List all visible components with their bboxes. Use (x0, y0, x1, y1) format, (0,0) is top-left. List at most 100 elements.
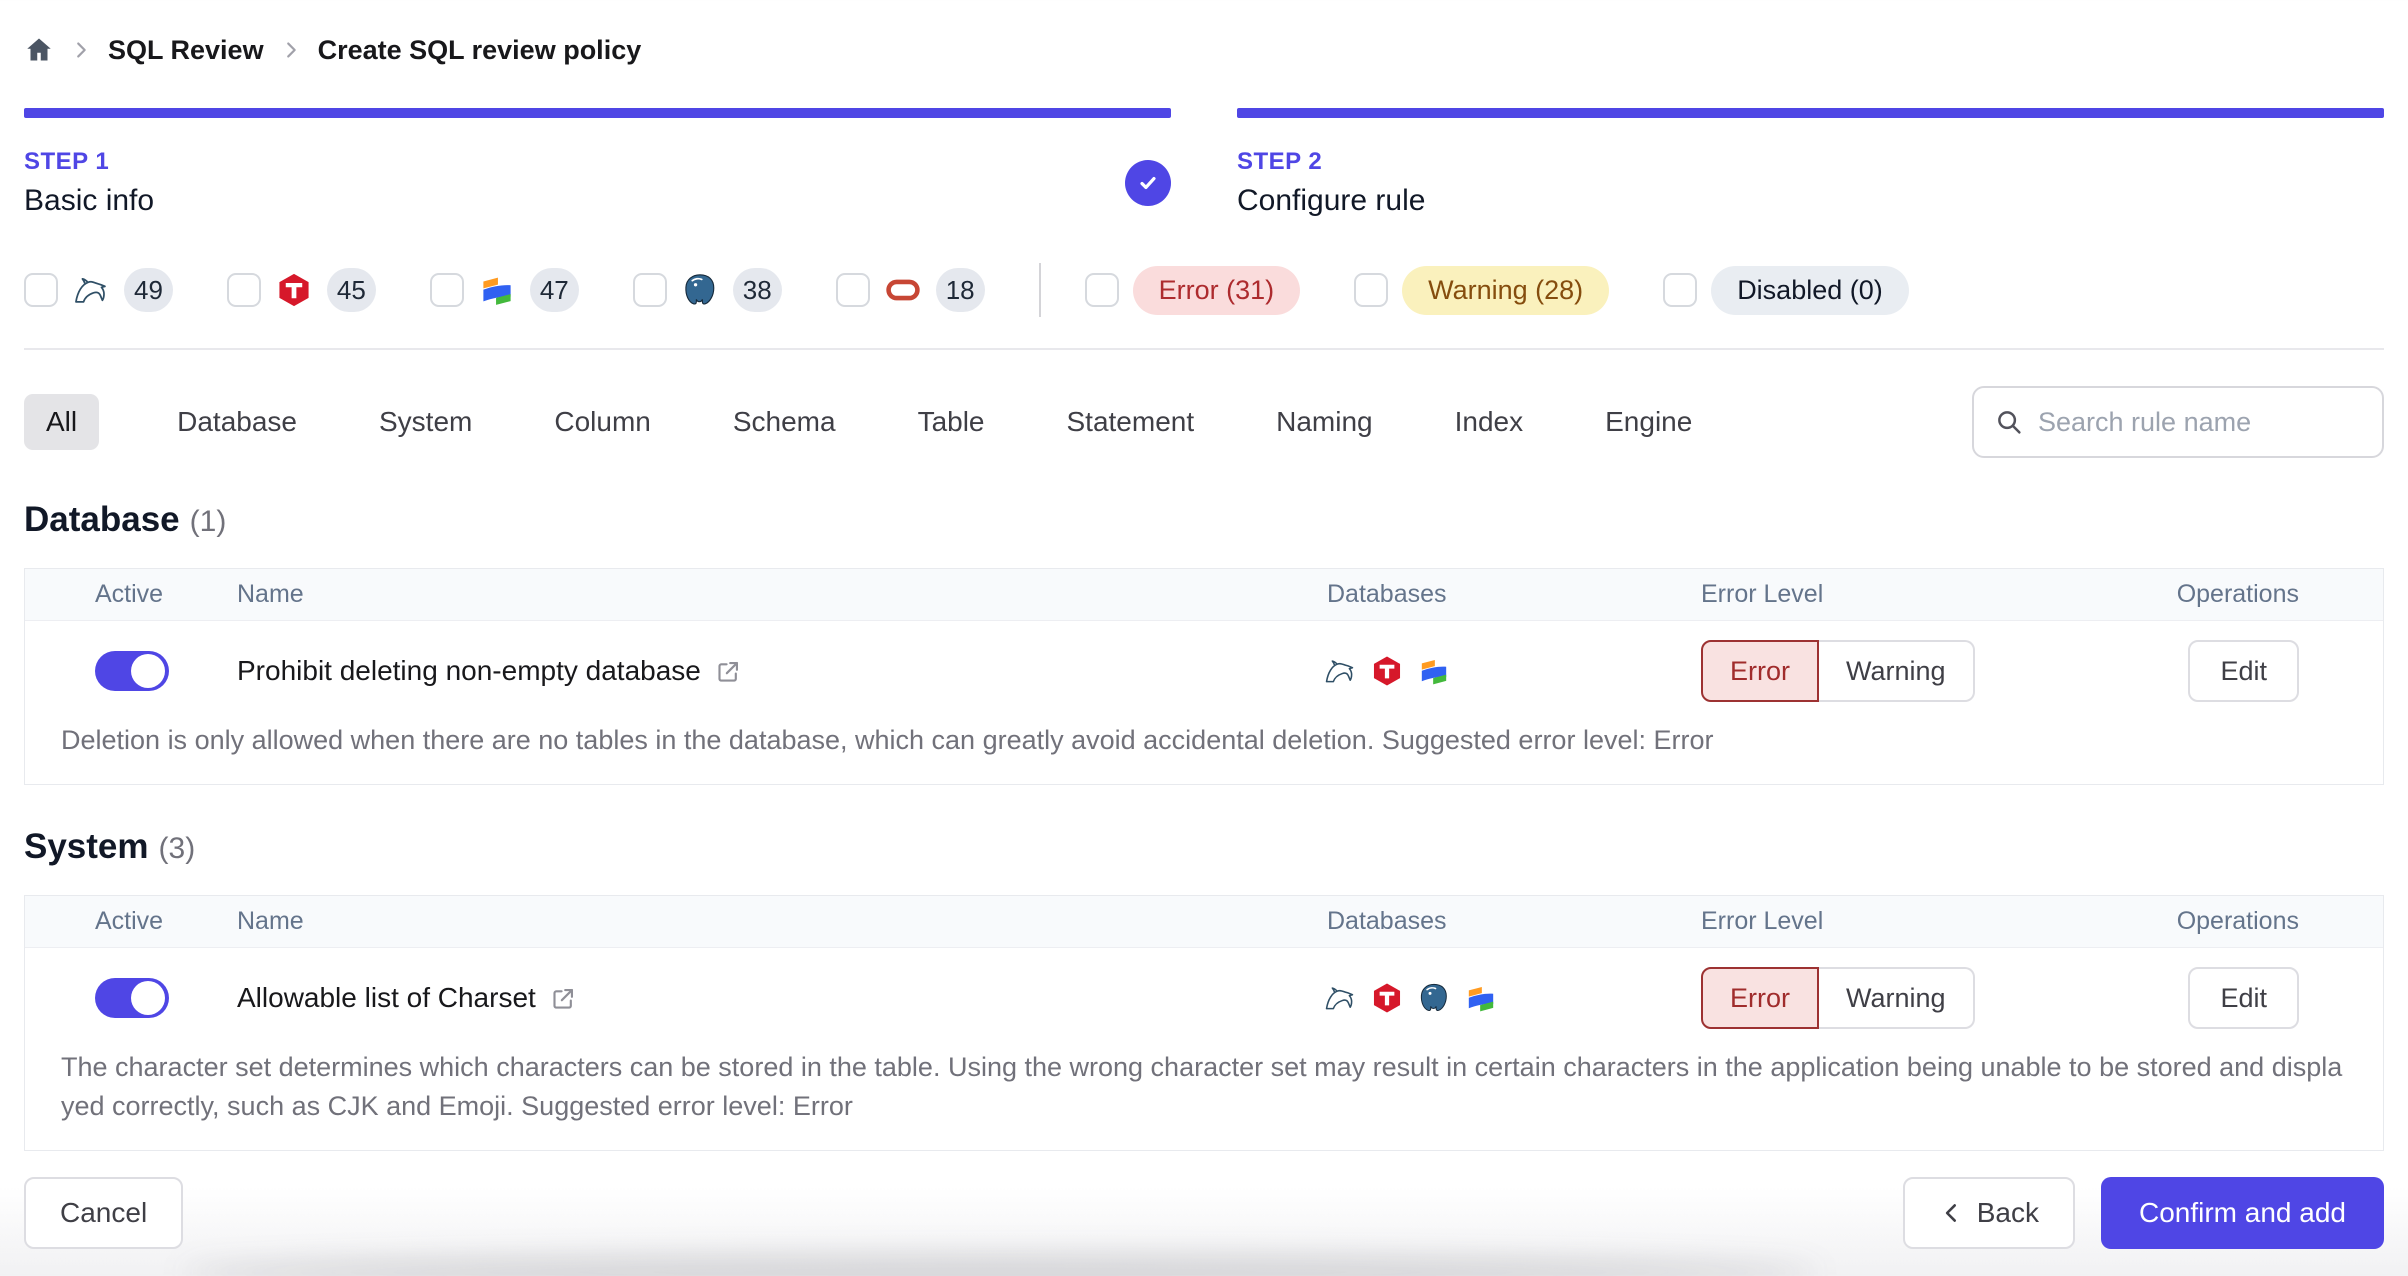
section-database-label: Database (24, 500, 180, 539)
table-row: Allowable list of Charset Error Warning … (25, 948, 2383, 1048)
tidb-icon (279, 273, 309, 307)
footer-action-bar: Cancel Back Confirm and add (24, 1177, 2384, 1250)
postgresql-icon (684, 273, 715, 305)
rule-engines (1319, 981, 1701, 1015)
chevron-right-icon (280, 39, 302, 61)
external-link-icon[interactable] (715, 658, 742, 685)
mysql-icon (75, 278, 106, 303)
chevron-right-icon (70, 39, 92, 61)
search-input[interactable] (2038, 406, 2362, 438)
filter-divider (1038, 263, 1041, 317)
oracle-checkbox[interactable] (835, 273, 870, 307)
mysql-count-badge: 49 (124, 268, 173, 312)
header-operations: Operations (2176, 580, 2299, 608)
step-1: STEP 1 Basic info (24, 108, 1171, 218)
error-checkbox[interactable] (1084, 273, 1119, 307)
table-row: Prohibit deleting non-empty database Err… (25, 621, 2383, 721)
section-title-system: System (3) (24, 827, 2384, 867)
cancel-button[interactable]: Cancel (24, 1177, 184, 1250)
error-level-segmented: Error Warning (1701, 640, 2156, 702)
step-2-title: Configure rule (1237, 184, 1426, 217)
section-system-label: System (24, 827, 149, 867)
edit-button[interactable]: Edit (2188, 967, 2299, 1030)
filter-warning: Warning (28) (1354, 265, 1610, 315)
header-active: Active (95, 580, 164, 608)
rule-active-toggle[interactable] (95, 651, 169, 691)
filter-oceanbase: 47 (429, 268, 579, 312)
tab-database[interactable]: Database (173, 394, 301, 450)
tab-column[interactable]: Column (550, 394, 654, 450)
table-header-row: Active Name Databases Error Level Operat… (25, 896, 2383, 949)
tab-all[interactable]: All (24, 394, 100, 450)
error-level-error-button[interactable]: Error (1701, 967, 1819, 1030)
warning-count-pill: Warning (28) (1402, 265, 1610, 315)
back-button[interactable]: Back (1902, 1177, 2075, 1250)
filter-bar: 49 45 47 38 18 Error (31) Warning (28) D… (24, 262, 2384, 318)
tab-schema[interactable]: Schema (729, 394, 840, 450)
oracle-icon (884, 271, 922, 309)
database-rules-table: Active Name Databases Error Level Operat… (24, 568, 2384, 786)
category-tab-bar: All Database System Column Schema Table … (24, 386, 2384, 458)
tab-system[interactable]: System (375, 394, 476, 450)
breadcrumb: SQL Review Create SQL review policy (24, 26, 2384, 74)
filter-mysql: 49 (24, 268, 173, 312)
step-1-progress-bar (24, 108, 1171, 118)
edit-button[interactable]: Edit (2188, 640, 2299, 702)
header-active: Active (95, 907, 164, 936)
tab-statement[interactable]: Statement (1063, 394, 1199, 450)
oceanbase-icon (1468, 987, 1494, 1012)
step-1-label: STEP 1 (24, 148, 110, 175)
error-level-segmented: Error Warning (1701, 967, 2156, 1030)
mysql-checkbox[interactable] (24, 273, 58, 307)
oceanbase-count-badge: 47 (529, 268, 579, 312)
step-1-title: Basic info (24, 184, 155, 217)
create-sql-review-policy-page: SQL Review Create SQL review policy STEP… (0, 0, 2408, 1250)
bottom-shadow (180, 1254, 1820, 1276)
search-rule-box (1972, 386, 2384, 458)
disabled-checkbox[interactable] (1663, 273, 1698, 307)
header-databases: Databases (1327, 907, 1447, 936)
header-name: Name (237, 580, 304, 608)
tab-index[interactable]: Index (1451, 394, 1528, 450)
rule-active-toggle[interactable] (95, 978, 169, 1019)
error-level-warning-button[interactable]: Warning (1819, 640, 1975, 702)
check-circle-icon (1125, 160, 1171, 206)
postgresql-checkbox[interactable] (632, 273, 667, 307)
section-title-database: Database (1) (24, 500, 2384, 540)
oceanbase-icon (1421, 659, 1447, 685)
oracle-count-badge: 18 (935, 268, 985, 312)
filter-tidb: 45 (226, 268, 376, 312)
oceanbase-icon (483, 277, 511, 305)
section-system-count: (3) (158, 832, 196, 866)
step-2-label: STEP 2 (1237, 148, 1323, 175)
rule-name: Prohibit deleting non-empty database (237, 655, 701, 686)
breadcrumb-sql-review[interactable]: SQL Review (108, 35, 264, 66)
table-header-row: Active Name Databases Error Level Operat… (25, 569, 2383, 621)
mysql-icon (1325, 987, 1354, 1010)
search-icon (1998, 411, 2021, 434)
stepper: STEP 1 Basic info STEP 2 Configure rule (24, 108, 2384, 218)
filter-postgresql: 38 (632, 268, 782, 312)
oceanbase-checkbox[interactable] (429, 273, 464, 307)
filter-disabled: Disabled (0) (1663, 265, 1909, 315)
breadcrumb-create-policy: Create SQL review policy (317, 34, 642, 65)
system-rules-table: Active Name Databases Error Level Operat… (24, 895, 2384, 1152)
warning-checkbox[interactable] (1354, 273, 1389, 307)
error-level-warning-button[interactable]: Warning (1819, 967, 1975, 1030)
home-icon[interactable] (24, 35, 54, 65)
toggle-knob (131, 981, 165, 1016)
tab-table[interactable]: Table (914, 394, 989, 450)
tidb-checkbox[interactable] (226, 273, 261, 307)
rule-description: Deletion is only allowed when there are … (61, 725, 1714, 755)
tidb-count-badge: 45 (326, 268, 376, 312)
error-level-error-button[interactable]: Error (1701, 640, 1819, 702)
external-link-icon[interactable] (550, 985, 577, 1012)
confirm-and-add-button[interactable]: Confirm and add (2100, 1177, 2384, 1250)
section-database-count: (1) (189, 505, 227, 538)
rule-engines (1319, 654, 1701, 688)
tab-engine[interactable]: Engine (1601, 394, 1696, 450)
chevron-left-icon (1945, 1204, 1956, 1223)
header-name: Name (237, 907, 304, 936)
tab-naming[interactable]: Naming (1272, 394, 1376, 450)
rule-name: Allowable list of Charset (237, 982, 536, 1014)
